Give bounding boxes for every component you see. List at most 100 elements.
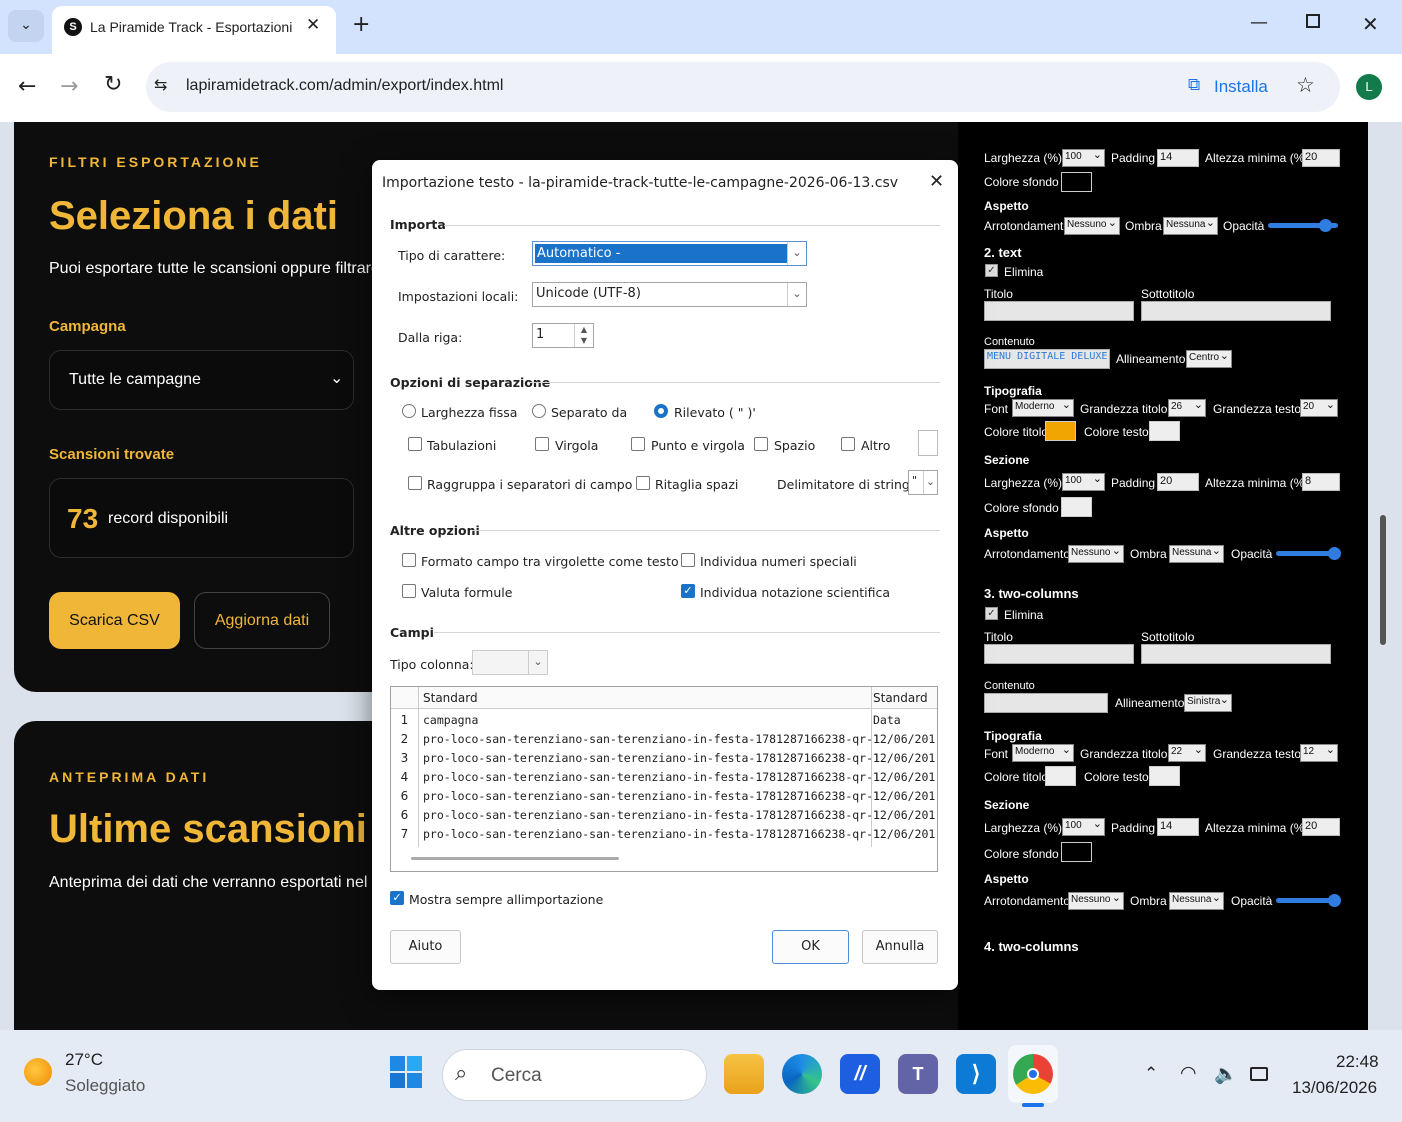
table-row[interactable]: 7 pro-loco-san-terenziano-san-terenziano-… <box>391 827 937 846</box>
rounding-select[interactable]: Nessuno <box>1064 217 1120 235</box>
shadow-select[interactable]: Nessuna <box>1163 217 1218 235</box>
block2-subtitle-input[interactable] <box>1141 301 1331 321</box>
block2-min-height-input[interactable]: 8 <box>1302 473 1340 491</box>
block3-padding-input[interactable]: 14 <box>1157 818 1199 836</box>
other-separator-input[interactable] <box>918 430 938 456</box>
fixed-width-radio[interactable] <box>402 404 416 418</box>
grid-col2-header[interactable]: Standard <box>873 691 928 705</box>
tab-checkbox[interactable] <box>408 437 422 451</box>
column-type-dropdown-icon[interactable]: ⌄ <box>528 651 547 674</box>
grid-col1-header[interactable]: Standard <box>423 691 478 705</box>
block2-padding-input[interactable]: 20 <box>1157 473 1199 491</box>
always-show-checkbox[interactable]: ✓ <box>390 891 404 905</box>
block3-title-size-select[interactable]: 22 <box>1168 744 1206 762</box>
preview-grid[interactable]: Standard Standard 1 campagna Data 2 pro-loco… <box>390 686 938 872</box>
tab-search-button[interactable]: ⌄ <box>8 10 44 42</box>
tab-close-icon[interactable]: ✕ <box>306 15 320 35</box>
battery-icon[interactable] <box>1250 1067 1268 1081</box>
block3-opacity-thumb[interactable] <box>1328 894 1341 907</box>
block3-title-input[interactable] <box>984 644 1134 664</box>
weather-temperature[interactable]: 27°C <box>65 1050 103 1070</box>
new-tab-icon[interactable]: + <box>352 12 370 37</box>
charset-select[interactable]: Automatico - ⌄ <box>532 241 807 266</box>
block2-content-input[interactable]: MENU DIGITALE DELUXE <box>984 349 1110 369</box>
detect-special-checkbox[interactable] <box>681 553 695 567</box>
teams-icon[interactable]: T <box>898 1054 938 1094</box>
wifi-icon[interactable]: ◠ <box>1180 1062 1197 1084</box>
cancel-button[interactable]: Annulla <box>862 930 938 964</box>
block3-delete-checkbox[interactable]: ✓ <box>985 607 998 620</box>
trim-spaces-checkbox[interactable] <box>636 476 650 490</box>
locale-dropdown-icon[interactable]: ⌄ <box>787 283 806 306</box>
block2-shadow-select[interactable]: Nessuna <box>1169 545 1224 563</box>
reload-icon[interactable]: ↻ <box>104 72 122 97</box>
back-icon[interactable]: ← <box>18 74 36 99</box>
separated-by-radio[interactable] <box>532 404 546 418</box>
block2-text-size-select[interactable]: 20 <box>1300 399 1338 417</box>
file-explorer-icon[interactable] <box>724 1054 764 1094</box>
block2-rounding-select[interactable]: Nessuno <box>1068 545 1124 563</box>
block3-rounding-select[interactable]: Nessuno <box>1068 892 1124 910</box>
clock-date[interactable]: 13/06/2026 <box>1292 1078 1377 1098</box>
download-csv-button[interactable]: Scarica CSV <box>49 592 180 649</box>
restore-icon[interactable] <box>1306 14 1320 28</box>
campaign-select[interactable]: Tutte le campagne ⌄ <box>49 350 354 410</box>
dialog-close-icon[interactable]: ✕ <box>929 171 944 192</box>
refresh-data-button[interactable]: Aggiorna dati <box>194 592 330 649</box>
min-height-input[interactable]: 20 <box>1302 149 1340 167</box>
table-row[interactable]: 4 pro-loco-san-terenziano-san-terenziano-… <box>391 770 937 789</box>
column-type-select[interactable]: ⌄ <box>472 650 548 675</box>
block3-font-select[interactable]: Moderno <box>1012 744 1074 762</box>
clock-time[interactable]: 22:48 <box>1336 1052 1379 1072</box>
block2-width-select[interactable]: 100 <box>1062 473 1105 491</box>
volume-icon[interactable]: 🔈 <box>1214 1062 1238 1085</box>
opacity-slider-thumb[interactable] <box>1319 219 1332 232</box>
quoted-as-text-checkbox[interactable] <box>402 553 416 567</box>
page-scrollbar[interactable] <box>1380 515 1386 645</box>
window-close-icon[interactable]: ✕ <box>1362 12 1379 36</box>
weather-condition[interactable]: Soleggiato <box>65 1076 145 1096</box>
padding-input[interactable]: 14 <box>1157 149 1199 167</box>
profile-avatar[interactable]: L <box>1356 74 1382 100</box>
block2-opacity-thumb[interactable] <box>1328 547 1341 560</box>
forward-icon[interactable]: → <box>60 74 78 99</box>
sun-icon[interactable] <box>24 1058 52 1086</box>
string-delimiter-dropdown-icon[interactable]: ⌄ <box>923 471 937 494</box>
address-bar[interactable]: ⇆ lapiramidetrack.com/admin/export/index… <box>146 62 1340 112</box>
space-checkbox[interactable] <box>754 437 768 451</box>
windows-start-icon[interactable] <box>390 1056 422 1088</box>
vscode-icon[interactable]: ⟩ <box>956 1054 996 1094</box>
tray-overflow-icon[interactable]: ⌃ <box>1144 1064 1158 1084</box>
install-button[interactable]: Installa <box>1214 77 1268 97</box>
detected-radio[interactable] <box>654 404 668 418</box>
block3-width-select[interactable]: 100 <box>1062 818 1105 836</box>
site-info-icon[interactable]: ⇆ <box>154 75 167 94</box>
width-select[interactable]: 100 <box>1062 149 1105 167</box>
comma-checkbox[interactable] <box>535 437 549 451</box>
from-row-spinner[interactable]: 1 ▲ ▼ <box>532 323 594 348</box>
table-row[interactable]: 6 pro-loco-san-terenziano-san-terenziano-… <box>391 808 937 827</box>
grid-horizontal-scrollbar[interactable] <box>411 857 619 860</box>
bookmark-star-icon[interactable]: ☆ <box>1296 73 1315 97</box>
minimize-icon[interactable]: — <box>1250 12 1268 33</box>
merge-delimiters-checkbox[interactable] <box>408 476 422 490</box>
spinner-arrows-icon[interactable]: ▲ ▼ <box>574 324 593 347</box>
block3-content-input[interactable] <box>984 693 1108 713</box>
block3-min-height-input[interactable]: 20 <box>1302 818 1340 836</box>
block3-text-color-swatch[interactable] <box>1149 766 1180 786</box>
block3-subtitle-input[interactable] <box>1141 644 1331 664</box>
string-delimiter-select[interactable]: " ⌄ <box>908 470 938 495</box>
block3-bg-color-swatch[interactable] <box>1061 842 1092 862</box>
other-checkbox[interactable] <box>841 437 855 451</box>
detect-scientific-checkbox[interactable]: ✓ <box>681 584 695 598</box>
block3-title-color-swatch[interactable] <box>1045 766 1076 786</box>
block2-title-color-swatch[interactable] <box>1045 421 1076 441</box>
app-icon[interactable]: // <box>840 1054 880 1094</box>
table-row[interactable]: 1 campagna Data <box>391 713 937 732</box>
block2-font-select[interactable]: Moderno <box>1012 399 1074 417</box>
table-row[interactable]: 2 pro-loco-san-terenziano-san-terenziano-… <box>391 732 937 751</box>
charset-dropdown-icon[interactable]: ⌄ <box>787 242 806 265</box>
block2-bg-color-swatch[interactable] <box>1061 497 1092 517</box>
evaluate-formulas-checkbox[interactable] <box>402 584 416 598</box>
bg-color-swatch[interactable] <box>1061 172 1092 192</box>
